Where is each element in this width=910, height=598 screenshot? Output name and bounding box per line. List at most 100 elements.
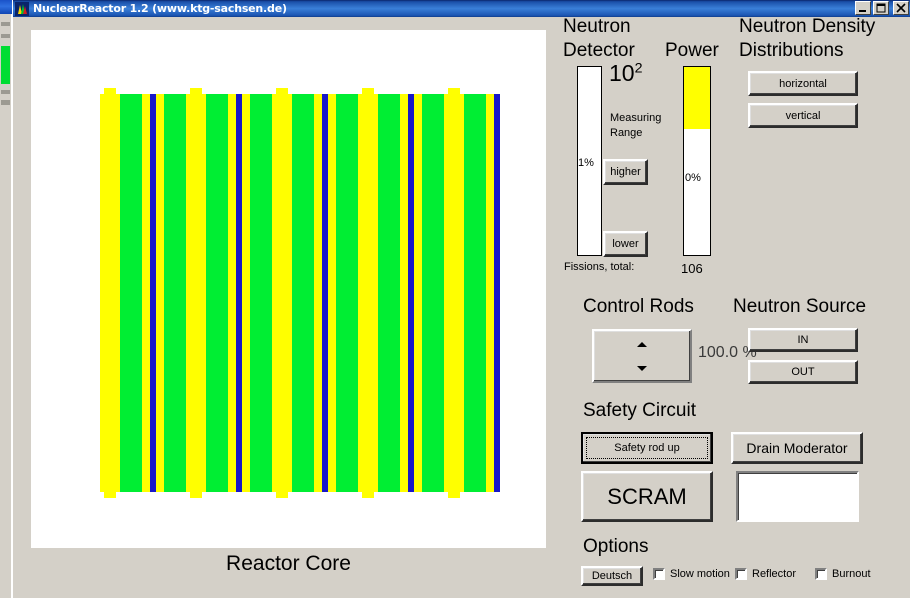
- core-stripe: [400, 94, 408, 492]
- maximize-button[interactable]: [873, 1, 889, 15]
- background-window-green-indicator: [1, 46, 10, 84]
- measuring-range-label-line2: Range: [610, 127, 643, 139]
- title-bar: NuclearReactor 1.2 (www.ktg-sachsen.de): [13, 0, 910, 17]
- background-window-line: [1, 34, 10, 38]
- arrow-up-icon: [637, 341, 647, 347]
- core-stripe: [314, 94, 322, 492]
- reactor-core-fuel-assembly: [100, 88, 500, 498]
- reflector-checkbox-box[interactable]: [735, 568, 747, 580]
- core-stripe: [358, 94, 378, 492]
- language-toggle-button[interactable]: Deutsch: [581, 566, 643, 586]
- core-stripe: [156, 94, 164, 492]
- horizontal-button-label: horizontal: [779, 77, 827, 90]
- application-window: NuclearReactor 1.2 (www.ktg-sachsen.de) …: [0, 0, 910, 598]
- drain-moderator-label: Drain Moderator: [746, 440, 848, 456]
- minimize-button[interactable]: [855, 1, 871, 15]
- power-title: Power: [665, 40, 719, 61]
- background-window-line: [1, 100, 10, 105]
- fuel-element-nub: [362, 492, 374, 498]
- core-stripe: [228, 94, 236, 492]
- control-rods-down-button[interactable]: [595, 356, 689, 380]
- core-stripe: [414, 94, 422, 492]
- core-stripe: [142, 94, 150, 492]
- reactor-core-canvas[interactable]: [31, 30, 546, 548]
- drain-moderator-button[interactable]: Drain Moderator: [731, 432, 863, 464]
- neutron-detector-title-line2: Detector: [563, 40, 635, 61]
- neutron-source-title: Neutron Source: [733, 296, 867, 317]
- core-stripe: [272, 94, 292, 492]
- measuring-range-label-line1: Measuring: [610, 112, 662, 124]
- fuel-element-nub: [190, 88, 202, 94]
- fissions-total-label: Fissions, total:: [564, 261, 635, 273]
- neutron-density-horizontal-button[interactable]: horizontal: [748, 71, 858, 96]
- app-icon: [15, 1, 29, 16]
- checkbox-burnout[interactable]: Burnout: [815, 568, 871, 580]
- core-stripe: [444, 94, 464, 492]
- reactor-core-label: Reactor Core: [226, 552, 351, 575]
- reflector-label: Reflector: [752, 568, 797, 580]
- core-stripe: [186, 94, 206, 492]
- lower-button-label: lower: [612, 238, 639, 250]
- neutron-detector-percent-label: 1%: [578, 157, 594, 169]
- measuring-range-higher-button[interactable]: higher: [603, 159, 648, 185]
- vertical-button-label: vertical: [785, 109, 821, 122]
- core-stripe: [328, 94, 336, 492]
- neutron-source-out-button[interactable]: OUT: [748, 360, 858, 384]
- control-rods-spinner[interactable]: [592, 329, 692, 383]
- fuel-element-nub: [276, 492, 288, 498]
- core-stripe: [100, 94, 120, 492]
- core-stripe: [486, 94, 494, 492]
- power-gauge-fill: [684, 67, 710, 130]
- scram-label: SCRAM: [607, 483, 687, 509]
- core-stripe: [164, 94, 186, 492]
- neutron-source-in-button[interactable]: IN: [748, 328, 858, 352]
- safety-status-display: [736, 471, 859, 522]
- safety-rod-up-button[interactable]: Safety rod up: [581, 432, 713, 464]
- fuel-element-nub: [448, 492, 460, 498]
- higher-button-label: higher: [610, 166, 641, 178]
- neutron-density-vertical-button[interactable]: vertical: [748, 103, 858, 128]
- core-stripe: [242, 94, 250, 492]
- window-title: NuclearReactor 1.2 (www.ktg-sachsen.de): [33, 2, 287, 15]
- window-controls: [855, 1, 909, 15]
- close-button[interactable]: [893, 1, 909, 15]
- fuel-element-nub: [276, 88, 288, 94]
- in-button-label: IN: [797, 334, 809, 346]
- exponent-base: 10: [609, 60, 635, 86]
- checkbox-reflector[interactable]: Reflector: [735, 568, 796, 580]
- fuel-element-nub: [104, 88, 116, 94]
- power-percent-label: 0%: [685, 172, 701, 184]
- core-stripe: [378, 94, 400, 492]
- core-stripe: [206, 94, 228, 492]
- exponent-power: 2: [634, 60, 643, 77]
- control-rods-up-button[interactable]: [595, 332, 689, 356]
- fuel-element-nub: [104, 492, 116, 498]
- scram-button[interactable]: SCRAM: [581, 471, 713, 522]
- out-button-label: OUT: [791, 366, 815, 378]
- background-window-line: [1, 90, 10, 94]
- arrow-down-icon: [637, 365, 647, 371]
- core-stripe: [336, 94, 358, 492]
- neutron-detector-title-line1: Neutron: [563, 16, 631, 37]
- options-title: Options: [583, 536, 649, 557]
- safety-circuit-title: Safety Circuit: [583, 400, 696, 421]
- core-stripe: [292, 94, 314, 492]
- slow-motion-checkbox-box[interactable]: [653, 568, 665, 580]
- burnout-checkbox-box[interactable]: [815, 568, 827, 580]
- control-rods-title: Control Rods: [583, 296, 694, 317]
- background-window-strip: [0, 0, 12, 598]
- power-gauge: [683, 66, 711, 256]
- neutron-density-title-line1: Neutron Density: [739, 16, 876, 37]
- slow-motion-label: Slow motion: [670, 568, 730, 580]
- background-window-line: [1, 22, 10, 26]
- fuel-element-nub: [190, 492, 202, 498]
- core-stripe: [464, 94, 486, 492]
- fuel-element-nub: [362, 88, 374, 94]
- main-window: NuclearReactor 1.2 (www.ktg-sachsen.de) …: [12, 0, 910, 598]
- language-button-label: Deutsch: [591, 570, 633, 582]
- fissions-total-value: 106: [681, 261, 703, 276]
- burnout-label: Burnout: [832, 568, 871, 580]
- checkbox-slow-motion[interactable]: Slow motion: [653, 568, 730, 580]
- measuring-range-exponent: 102: [609, 60, 643, 87]
- measuring-range-lower-button[interactable]: lower: [603, 231, 648, 257]
